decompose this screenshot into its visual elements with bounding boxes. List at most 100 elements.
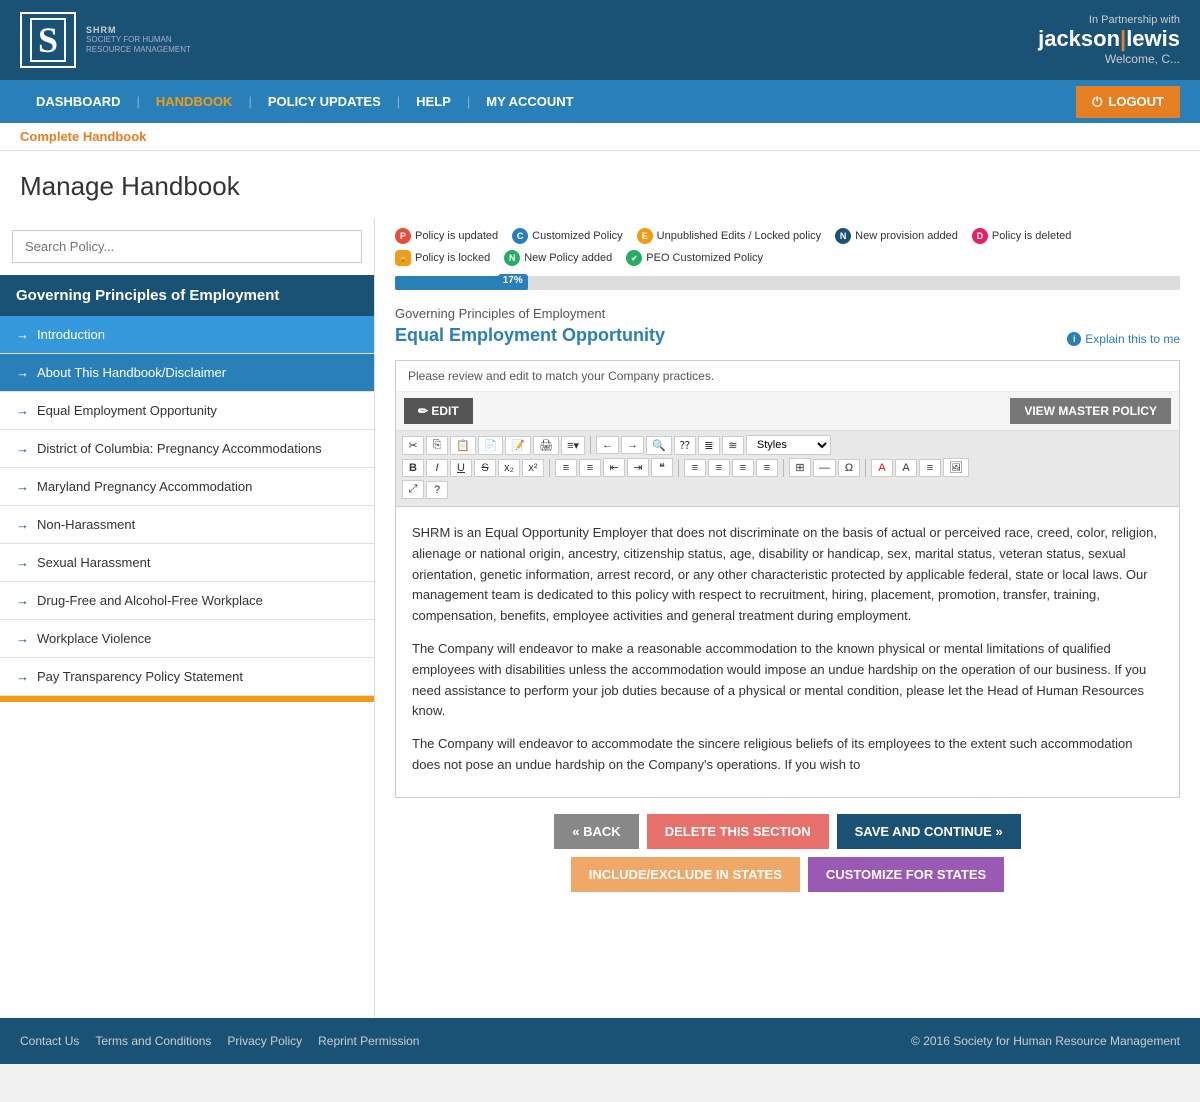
tool-italic[interactable]: I: [426, 459, 448, 477]
arrow-icon-about: →: [16, 365, 29, 380]
sidebar-item-about[interactable]: → About This Handbook/Disclaimer: [0, 354, 374, 392]
footer-reprint[interactable]: Reprint Permission: [318, 1034, 419, 1048]
sidebar-item-workplace-violence[interactable]: → Workplace Violence: [0, 620, 374, 658]
tool-insert-table[interactable]: ≣: [698, 436, 720, 455]
tool-strikethrough[interactable]: S: [474, 459, 496, 477]
main-wrapper: Manage Handbook Governing Principles of …: [0, 151, 1200, 1018]
sidebar-item-sexual-harassment[interactable]: → Sexual Harassment: [0, 544, 374, 582]
tool-special-char[interactable]: Ω: [838, 459, 860, 477]
tool-help[interactable]: ?: [426, 481, 448, 499]
action-buttons: « BACK DELETE THIS SECTION SAVE AND CONT…: [395, 814, 1180, 849]
legend-item-locked: 🔒 Policy is locked: [395, 250, 490, 266]
arrow-icon-introduction: →: [16, 327, 29, 342]
logout-button[interactable]: ⏻ LOGOUT: [1076, 86, 1180, 118]
sidebar-section-header: Governing Principles of Employment: [0, 275, 374, 316]
include-exclude-button[interactable]: INCLUDE/EXCLUDE IN STATES: [571, 857, 800, 892]
tool-paste[interactable]: 📋: [450, 436, 476, 455]
tool-link[interactable]: ≡: [919, 459, 941, 477]
tool-superscript[interactable]: x²: [522, 459, 544, 477]
tool-align-justify[interactable]: ≡: [756, 459, 778, 477]
view-master-button[interactable]: VIEW MASTER POLICY: [1010, 398, 1171, 424]
tool-font-color[interactable]: A: [871, 459, 893, 477]
progress-label: 17%: [498, 274, 528, 287]
delete-section-button[interactable]: DELETE THIS SECTION: [647, 814, 829, 849]
arrow-icon-dc-pregnancy: →: [16, 441, 29, 456]
sidebar: Governing Principles of Employment → Int…: [0, 218, 375, 1018]
explain-link[interactable]: i Explain this to me: [1067, 332, 1180, 346]
explain-link-text: Explain this to me: [1085, 332, 1180, 346]
legend-label-new-policy: New Policy added: [524, 252, 612, 264]
sidebar-item-label-sexual-harassment: Sexual Harassment: [37, 555, 150, 570]
toolbar-row-3: ⤢ ?: [402, 480, 1173, 499]
tool-copy[interactable]: ⎘: [426, 436, 448, 455]
legend-item-peo: ✔ PEO Customized Policy: [626, 250, 763, 266]
sidebar-item-label-drug-free: Drug-Free and Alcohol-Free Workplace: [37, 593, 263, 608]
tool-redo[interactable]: →: [621, 436, 644, 454]
tool-align-center[interactable]: ≡: [708, 459, 730, 477]
tool-undo[interactable]: ←: [596, 436, 619, 454]
partner-label: In Partnership with: [1038, 14, 1180, 26]
badge-newpol: N: [504, 250, 520, 266]
nav-my-account[interactable]: MY ACCOUNT: [470, 80, 589, 123]
sidebar-item-non-harassment[interactable]: → Non-Harassment: [0, 506, 374, 544]
legend-label-deleted: Policy is deleted: [992, 230, 1072, 242]
legend-label-unpublished: Unpublished Edits / Locked policy: [657, 230, 821, 242]
nav-policy-updates[interactable]: POLICY UPDATES: [252, 80, 397, 123]
tool-table[interactable]: ⊞: [789, 458, 811, 477]
legend-item-unpublished: E Unpublished Edits / Locked policy: [637, 228, 821, 244]
back-button[interactable]: « BACK: [554, 814, 638, 849]
tool-bg-color[interactable]: A: [895, 459, 917, 477]
sidebar-item-pay-transparency[interactable]: → Pay Transparency Policy Statement: [0, 658, 374, 696]
breadcrumb-link[interactable]: Complete Handbook: [20, 129, 146, 144]
customize-states-button[interactable]: CUSTOMIZE FOR STATES: [808, 857, 1004, 892]
sidebar-item-dc-pregnancy[interactable]: → District of Columbia: Pregnancy Accomm…: [0, 430, 374, 468]
tool-print[interactable]: 🖨: [533, 436, 559, 455]
tool-spellcheck[interactable]: ≡▾: [561, 436, 585, 455]
shrm-acronym: SHRM: [86, 25, 191, 35]
tool-subscript[interactable]: x₂: [498, 459, 520, 477]
tool-paste-text[interactable]: 📄: [478, 436, 504, 455]
footer-contact[interactable]: Contact Us: [20, 1034, 79, 1048]
sidebar-item-eeo[interactable]: → Equal Employment Opportunity: [0, 392, 374, 430]
arrow-icon-sexual-harassment: →: [16, 555, 29, 570]
nav-help[interactable]: HELP: [400, 80, 467, 123]
tool-blockquote[interactable]: ❝: [651, 458, 673, 477]
sidebar-item-drug-free[interactable]: → Drug-Free and Alcohol-Free Workplace: [0, 582, 374, 620]
footer-terms[interactable]: Terms and Conditions: [95, 1034, 211, 1048]
footer-privacy[interactable]: Privacy Policy: [227, 1034, 302, 1048]
tool-cut[interactable]: ✂: [402, 436, 424, 455]
content-area: P Policy is updated C Customized Policy …: [375, 218, 1200, 1018]
tool-remove-format[interactable]: ≋: [722, 436, 744, 455]
tool-underline[interactable]: U: [450, 459, 472, 477]
tool-align-left[interactable]: ≡: [684, 459, 706, 477]
badge-e: E: [637, 228, 653, 244]
search-input[interactable]: [12, 230, 362, 263]
tool-indent[interactable]: ⇥: [627, 458, 649, 477]
tool-ordered-list[interactable]: ≡: [555, 459, 577, 477]
tool-align-right[interactable]: ≡: [732, 459, 754, 477]
page-title: Manage Handbook: [20, 171, 1180, 202]
tool-image[interactable]: 🖼: [943, 458, 969, 477]
tool-find[interactable]: 🔍: [646, 436, 672, 455]
tool-hr[interactable]: —: [813, 459, 836, 477]
tool-fullscreen[interactable]: ⤢: [402, 480, 424, 499]
tool-paste-word[interactable]: 📝: [505, 436, 531, 455]
sidebar-item-introduction[interactable]: → Introduction: [0, 316, 374, 354]
nav-handbook[interactable]: HANDBOOK: [140, 80, 249, 123]
arrow-icon-pay-transparency: →: [16, 669, 29, 684]
header: S SHRM SOCIETY FOR HUMANRESOURCE MANAGEM…: [0, 0, 1200, 80]
save-continue-button[interactable]: SAVE AND CONTINUE »: [837, 814, 1021, 849]
tool-outdent[interactable]: ⇤: [603, 458, 625, 477]
shrm-s-letter: S: [30, 18, 66, 62]
sidebar-item-md-pregnancy[interactable]: → Maryland Pregnancy Accommodation: [0, 468, 374, 506]
tool-select-all[interactable]: ⁇: [674, 436, 696, 455]
styles-dropdown[interactable]: Styles Normal Heading 1 Heading 2: [746, 435, 831, 455]
edit-button[interactable]: ✏ EDIT: [404, 398, 473, 424]
legend-item-updated: P Policy is updated: [395, 228, 498, 244]
tool-unordered-list[interactable]: ≡: [579, 459, 601, 477]
editor-top-bar: ✏ EDIT VIEW MASTER POLICY: [396, 392, 1179, 431]
nav-dashboard[interactable]: DASHBOARD: [20, 80, 137, 123]
badge-p: P: [395, 228, 411, 244]
tool-bold[interactable]: B: [402, 459, 424, 477]
editor-body[interactable]: SHRM is an Equal Opportunity Employer th…: [396, 507, 1179, 797]
